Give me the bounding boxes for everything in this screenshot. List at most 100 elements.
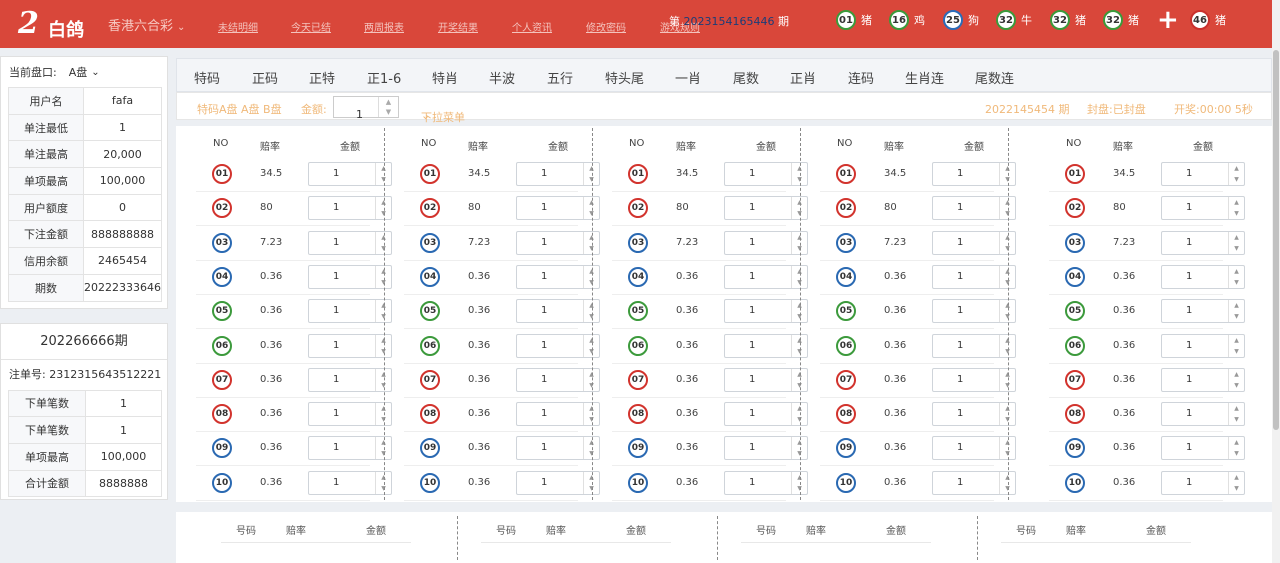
amount-input[interactable]: 1 ▲ ▼: [724, 402, 808, 427]
amount-input[interactable]: 1 ▲ ▼: [516, 299, 600, 324]
amount-input[interactable]: 1 ▲ ▼: [724, 162, 808, 186]
amount-input[interactable]: 1 ▲ ▼: [1161, 162, 1245, 186]
amount-input[interactable]: 1 ▲ ▼: [1161, 299, 1245, 324]
amount-input[interactable]: 1 ▲ ▼: [516, 436, 600, 461]
tab-shengxiaolian[interactable]: 生肖连: [905, 68, 944, 87]
amount-input[interactable]: 1 ▲ ▼: [308, 402, 392, 427]
spinner-arrows-icon[interactable]: ▲ ▼: [999, 368, 1015, 391]
amount-input[interactable]: 1 ▲ ▼: [308, 436, 392, 461]
amount-input[interactable]: 1 ▲ ▼: [1161, 470, 1245, 495]
amount-input[interactable]: 1 ▲ ▼: [516, 367, 600, 392]
amount-input[interactable]: 1 ▲ ▼: [724, 264, 808, 289]
amount-input[interactable]: 1 ▲ ▼: [932, 367, 1016, 392]
amount-input[interactable]: 1 ▲ ▼: [516, 230, 600, 255]
amount-input[interactable]: 1 ▲ ▼: [308, 230, 392, 255]
spinner-arrows-icon[interactable]: ▲ ▼: [999, 334, 1015, 357]
spinner-arrows-icon[interactable]: ▲ ▼: [999, 437, 1015, 460]
spinner-arrows-icon[interactable]: ▲ ▼: [1228, 471, 1244, 494]
amount-input[interactable]: 1 ▲ ▼: [724, 299, 808, 324]
amount-input[interactable]: 1 ▲ ▼: [516, 162, 600, 186]
tab-banbo[interactable]: 半波: [489, 68, 515, 87]
amount-input[interactable]: 1 ▲ ▼: [932, 402, 1016, 427]
tab-zheng1-6[interactable]: 正1-6: [367, 68, 401, 87]
nav-settled-today[interactable]: 今天已结: [291, 19, 331, 34]
nav-report[interactable]: 两周报表: [364, 19, 404, 34]
tab-yixiao[interactable]: 一肖: [675, 68, 701, 87]
amount-input[interactable]: 1 ▲ ▼: [308, 367, 392, 392]
account-sidebar: 当前盘口: A盘 ⌄ 用户名 fafa 单注最低 1 单注最高 20,000 单项最高…: [0, 56, 168, 501]
amount-input[interactable]: 1 ▲ ▼: [516, 470, 600, 495]
amount-input[interactable]: 1 ▲ ▼: [1161, 196, 1245, 221]
amount-input[interactable]: 1 ▲ ▼: [932, 264, 1016, 289]
tab-weishu[interactable]: 尾数: [733, 68, 759, 87]
amount-input[interactable]: 1 ▲ ▼: [724, 436, 808, 461]
tab-texiao[interactable]: 特肖: [432, 68, 458, 87]
tab-tetouwei[interactable]: 特头尾: [605, 68, 644, 87]
amount-input[interactable]: 1 ▲ ▼: [724, 470, 808, 495]
amount-input[interactable]: 1 ▲ ▼: [932, 230, 1016, 255]
amount-input[interactable]: 1 ▲ ▼: [1161, 367, 1245, 392]
amount-input[interactable]: 1 ▲ ▼: [932, 333, 1016, 358]
amount-input[interactable]: 1 ▲ ▼: [932, 299, 1016, 324]
spinner-arrows-icon[interactable]: ▲ ▼: [1228, 197, 1244, 220]
spinner-arrows-icon[interactable]: ▲ ▼: [999, 300, 1015, 323]
tab-wuxing[interactable]: 五行: [547, 68, 573, 87]
spinner-arrows-icon[interactable]: ▲ ▼: [999, 471, 1015, 494]
lottery-select[interactable]: 香港六合彩 ⌄: [108, 15, 185, 34]
nav-profile[interactable]: 个人资讯: [512, 19, 552, 34]
amount-input[interactable]: 1 ▲ ▼: [932, 436, 1016, 461]
tab-zhengte[interactable]: 正特: [309, 68, 335, 87]
tab-weishulian[interactable]: 尾数连: [975, 68, 1014, 87]
column-header-odds: 赔率: [884, 142, 904, 153]
amount-input[interactable]: 1 ▲ ▼: [1161, 264, 1245, 289]
amount-input[interactable]: 1 ▲ ▼: [308, 299, 392, 324]
spinner-arrows-icon[interactable]: ▲ ▼: [1228, 163, 1244, 185]
amount-input[interactable]: 1 ▲ ▼: [1161, 230, 1245, 255]
amount-input[interactable]: 1 ▲ ▼: [1161, 436, 1245, 461]
tab-zhengxiao[interactable]: 正肖: [790, 68, 816, 87]
number-ball: 08: [1065, 404, 1085, 425]
amount-input[interactable]: 1 ▲ ▼: [308, 196, 392, 221]
amount-input[interactable]: 1 ▲ ▼: [308, 162, 392, 186]
amount-input[interactable]: 1 ▲ ▼: [516, 402, 600, 427]
amount-input[interactable]: 1 ▲ ▼: [724, 196, 808, 221]
amount-input[interactable]: 1 ▲ ▼: [724, 230, 808, 255]
spinner-arrows-icon[interactable]: ▲ ▼: [1228, 334, 1244, 357]
spinner-arrows-icon[interactable]: ▲ ▼: [1228, 437, 1244, 460]
amount-input[interactable]: 1 ▲ ▼: [932, 470, 1016, 495]
scrollbar-thumb[interactable]: [1273, 50, 1279, 430]
quick-amount-input[interactable]: 1 ▲ ▼: [333, 96, 399, 121]
spinner-arrows-icon[interactable]: ▲ ▼: [999, 231, 1015, 254]
amount-input[interactable]: 1 ▲ ▼: [516, 333, 600, 358]
spinner-arrows-icon[interactable]: ▲ ▼: [1228, 368, 1244, 391]
amount-input[interactable]: 1 ▲ ▼: [516, 196, 600, 221]
amount-input[interactable]: 1 ▲ ▼: [1161, 333, 1245, 358]
tab-lianma[interactable]: 连码: [848, 68, 874, 87]
tab-tema[interactable]: 特码: [194, 68, 220, 87]
amount-input[interactable]: 1 ▲ ▼: [516, 264, 600, 289]
amount-input[interactable]: 1 ▲ ▼: [932, 196, 1016, 221]
amount-input[interactable]: 1 ▲ ▼: [308, 264, 392, 289]
spinner-arrows-icon[interactable]: ▲ ▼: [1228, 265, 1244, 288]
spinner-arrows-icon[interactable]: ▲ ▼: [1228, 403, 1244, 426]
brand-logo[interactable]: 2 白鸽: [18, 4, 88, 44]
spinner-arrows-icon[interactable]: ▲ ▼: [1228, 231, 1244, 254]
tab-zhengma[interactable]: 正码: [252, 68, 278, 87]
spinner-arrows-icon[interactable]: ▲ ▼: [999, 265, 1015, 288]
spinner-arrows-icon[interactable]: ▲ ▼: [999, 403, 1015, 426]
nav-results[interactable]: 开奖结果: [438, 19, 478, 34]
spinner-arrows-icon[interactable]: ▲ ▼: [999, 163, 1015, 185]
amount-input[interactable]: 1 ▲ ▼: [724, 367, 808, 392]
amount-input[interactable]: 1 ▲ ▼: [932, 162, 1016, 186]
amount-input[interactable]: 1 ▲ ▼: [308, 333, 392, 358]
amount-input[interactable]: 1 ▲ ▼: [724, 333, 808, 358]
spinner-arrows-icon[interactable]: ▲ ▼: [999, 197, 1015, 220]
spinner-arrows-icon[interactable]: ▲ ▼: [1228, 300, 1244, 323]
amount-input[interactable]: 1 ▲ ▼: [1161, 402, 1245, 427]
amount-input[interactable]: 1 ▲ ▼: [308, 470, 392, 495]
nav-unsettled[interactable]: 未结明细: [218, 19, 258, 34]
pan-select[interactable]: 当前盘口: A盘 ⌄: [1, 57, 167, 87]
spinner-arrows-icon[interactable]: ▲ ▼: [378, 97, 398, 117]
nav-change-password[interactable]: 修改密码: [586, 19, 626, 34]
page-scrollbar[interactable]: [1272, 0, 1280, 563]
